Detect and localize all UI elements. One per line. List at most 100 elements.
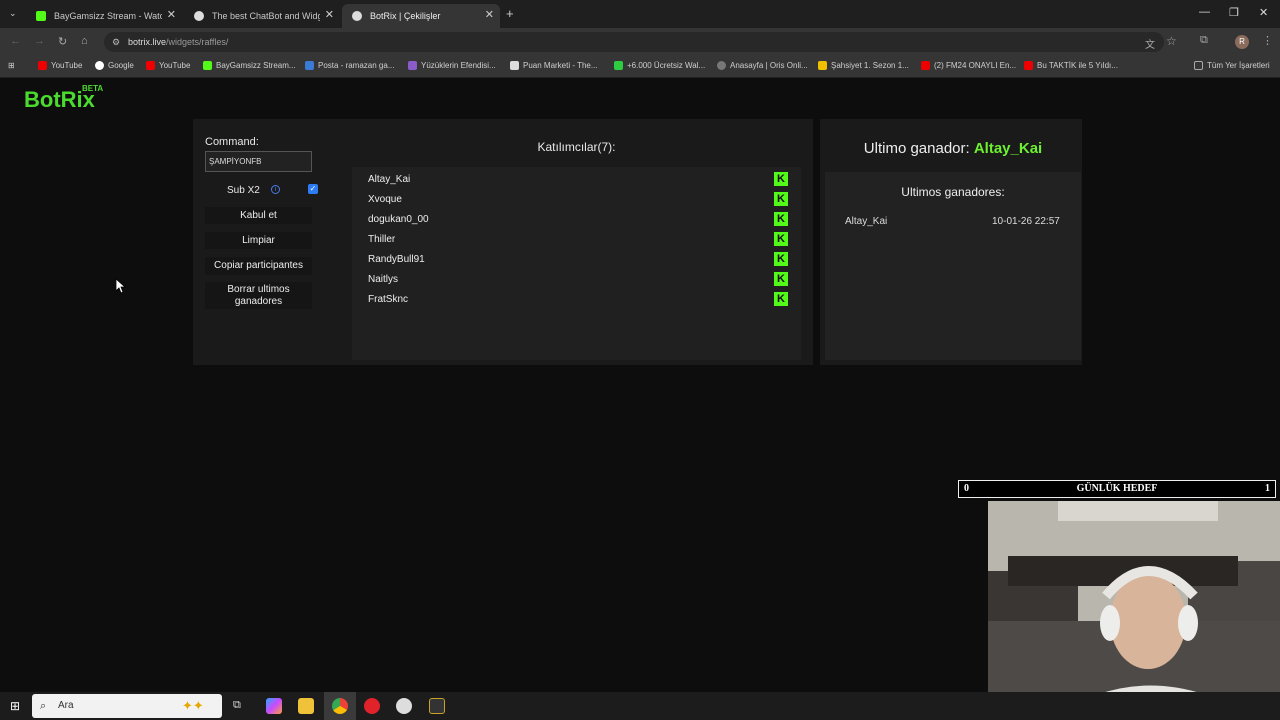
sub-x2-label: Sub X2 — [227, 185, 260, 196]
forward-icon[interactable]: → — [34, 35, 45, 47]
google-icon — [95, 61, 104, 70]
apps-icon[interactable]: ⊞ — [8, 61, 15, 70]
league-icon[interactable] — [429, 698, 445, 714]
participant-name: RandyBull91 — [368, 254, 425, 265]
participant-row[interactable]: FratSknc K — [368, 290, 788, 310]
bookmark-item[interactable]: +6.000 Ücretsiz Wal... — [614, 61, 705, 70]
copilot-sparkle-icon: ✦✦ — [182, 698, 204, 713]
mail-icon — [305, 61, 314, 70]
participant-row[interactable]: Thiller K — [368, 230, 788, 250]
address-bar[interactable]: ⚙ botrix.live/widgets/raffles/ — [104, 32, 1164, 52]
daily-goal-bar: 0 GÜNLÜK HEDEF 1 — [958, 480, 1276, 498]
participant-name: Altay_Kai — [368, 174, 411, 185]
bookmark-item[interactable]: Google — [95, 61, 134, 70]
site-icon — [717, 61, 726, 70]
file-explorer-icon[interactable] — [298, 698, 314, 714]
reload-icon[interactable]: ↻ — [58, 35, 67, 48]
participant-name: Thiller — [368, 234, 396, 245]
goal-target: 1 — [1265, 483, 1270, 494]
bookmark-item[interactable]: YouTube — [38, 61, 82, 70]
last-winner-label: Ultimo ganador: — [863, 140, 970, 157]
participants-header: Katılımcılar(7): — [537, 140, 616, 154]
kick-icon: K — [774, 192, 788, 206]
url-path: /widgets/raffles/ — [166, 37, 229, 47]
bookmark-item[interactable]: Puan Marketi - The... — [510, 61, 598, 70]
participant-name: FratSknc — [368, 294, 409, 305]
sub-x2-checkbox[interactable]: ✓ — [308, 184, 318, 194]
task-view-icon[interactable]: ⧉ — [233, 699, 241, 712]
site-icon — [510, 61, 519, 70]
search-icon: ⌕ — [40, 700, 47, 712]
minimize-icon[interactable]: — — [1199, 6, 1210, 18]
copilot-icon[interactable] — [266, 698, 282, 714]
bookmark-item[interactable]: Anasayfa | Oris Onli... — [717, 61, 808, 70]
chrome-icon[interactable] — [332, 698, 348, 714]
all-bookmarks[interactable]: Tüm Yer İşaretleri — [1194, 61, 1270, 70]
kick-icon: K — [774, 292, 788, 306]
delete-winners-button[interactable]: Borrar ultimos ganadores — [205, 282, 312, 309]
tab-search-icon[interactable]: ⌄ — [9, 8, 17, 19]
profile-avatar[interactable]: R — [1235, 35, 1249, 49]
tab-botrix-raffles[interactable]: BotRix | Çekilişler ✕ — [342, 4, 500, 28]
home-icon[interactable]: ⌂ — [81, 35, 88, 47]
restore-icon[interactable]: ❐ — [1229, 6, 1239, 19]
participant-row[interactable]: Altay_Kai K — [368, 170, 788, 190]
kick-icon: K — [774, 212, 788, 226]
translate-icon[interactable]: 文 — [1145, 36, 1155, 51]
tab-kick-stream[interactable]: BayGamsizz Stream - Watch Live ✕ — [26, 4, 182, 28]
bookmark-item[interactable]: Şahsiyet 1. Sezon 1... — [818, 61, 909, 70]
browser-toolbar: ← → ↻ ⌂ ⚙ botrix.live/widgets/raffles/ 文… — [0, 28, 1280, 56]
taskbar-search[interactable]: ⌕ Ara ✦✦ — [32, 694, 222, 718]
botrix-icon — [194, 11, 204, 21]
tab-title: BotRix | Çekilişler — [370, 11, 441, 21]
site-info-icon[interactable]: ⚙ — [112, 32, 120, 52]
close-icon[interactable]: ✕ — [485, 8, 494, 21]
webcam-feed — [988, 501, 1280, 720]
bookmark-item[interactable]: Bu TAKTİK ile 5 Yıldı... — [1024, 61, 1118, 70]
tab-title: The best ChatBot and Widgets — [212, 11, 320, 21]
windows-start-icon[interactable]: ⊞ — [10, 699, 20, 713]
site-icon — [408, 61, 417, 70]
participant-row[interactable]: Xvoque K — [368, 190, 788, 210]
close-icon[interactable]: ✕ — [325, 8, 334, 21]
back-icon[interactable]: ← — [10, 35, 21, 47]
windows-taskbar: ⊞ ⌕ Ara ✦✦ ⧉ — [0, 692, 1280, 720]
winner-history-time: 10-01-26 22:57 — [992, 216, 1060, 227]
winners-history — [825, 172, 1081, 360]
bookmark-star-icon[interactable]: ☆ — [1166, 34, 1177, 48]
participants-list: Altay_Kai K Xvoque K dogukan0_00 K Thiller K… — [352, 167, 801, 360]
search-placeholder: Ara — [58, 700, 74, 711]
site-icon — [818, 61, 827, 70]
extensions-icon[interactable]: ⧉ — [1200, 34, 1208, 47]
participant-row[interactable]: Naitlys K — [368, 270, 788, 290]
command-input[interactable] — [205, 151, 312, 172]
winner-history-name: Altay_Kai — [845, 216, 888, 227]
window-close-icon[interactable]: ✕ — [1259, 6, 1268, 19]
accept-button[interactable]: Kabul et — [205, 207, 312, 224]
copy-participants-button[interactable]: Copiar participantes — [205, 257, 312, 275]
tab-title: BayGamsizz Stream - Watch Live — [54, 11, 162, 21]
clear-button[interactable]: Limpiar — [205, 232, 312, 249]
kick-icon: K — [774, 172, 788, 186]
new-tab-icon[interactable]: + — [506, 6, 514, 21]
youtube-icon — [146, 61, 155, 70]
bookmark-item[interactable]: Yüzüklerin Efendisi... — [408, 61, 496, 70]
bookmark-item[interactable]: Posta - ramazan ga... — [305, 61, 394, 70]
webcam-image — [988, 501, 1280, 720]
menu-icon[interactable]: ⋮ — [1262, 34, 1273, 47]
close-icon[interactable]: ✕ — [167, 8, 176, 21]
bookmark-item[interactable]: (2) FM24 ONAYLI En... — [921, 61, 1016, 70]
bookmark-item[interactable]: BayGamsizz Stream... — [203, 61, 296, 70]
opera-icon[interactable] — [364, 698, 380, 714]
kick-icon: K — [774, 272, 788, 286]
participant-row[interactable]: RandyBull91 K — [368, 250, 788, 270]
url-host: botrix.live — [128, 37, 167, 47]
participant-row[interactable]: dogukan0_00 K — [368, 210, 788, 230]
kick-icon: K — [774, 232, 788, 246]
bookmark-item[interactable]: YouTube — [146, 61, 190, 70]
browser-tab-bar: ⌄ BayGamsizz Stream - Watch Live ✕ The b… — [0, 0, 1280, 28]
info-icon[interactable]: i — [271, 185, 280, 194]
kick-icon: K — [774, 252, 788, 266]
obs-icon[interactable] — [396, 698, 412, 714]
tab-botrix-home[interactable]: The best ChatBot and Widgets ✕ — [184, 4, 340, 28]
